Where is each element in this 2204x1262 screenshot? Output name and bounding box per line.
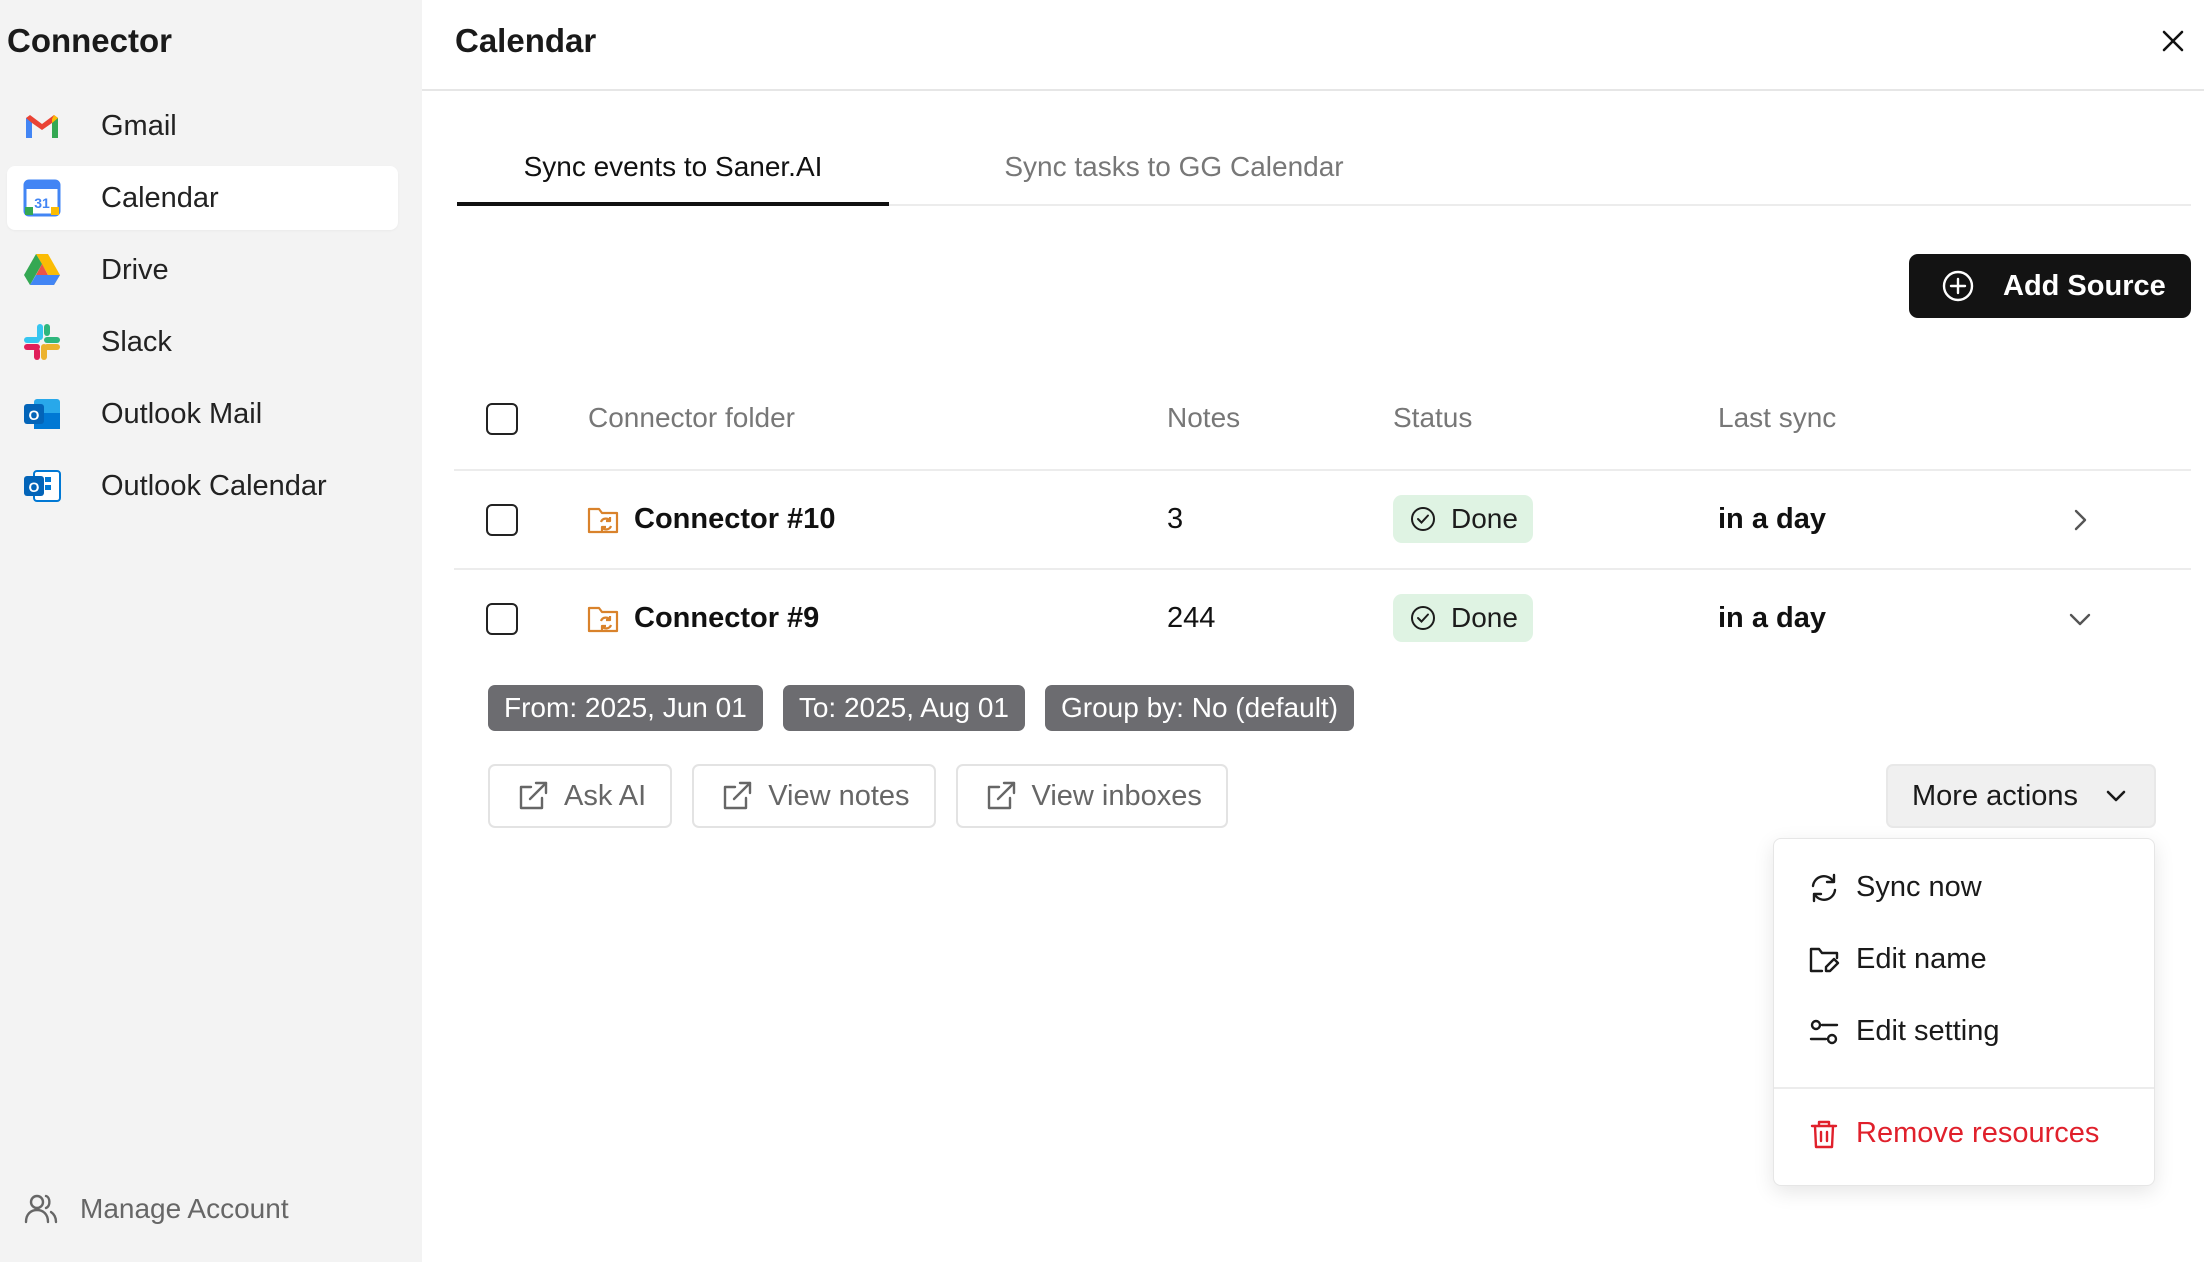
folder-sync-icon <box>587 505 619 535</box>
filter-chips: From: 2025, Jun 01 To: 2025, Aug 01 Grou… <box>488 685 1374 731</box>
ask-ai-button[interactable]: Ask AI <box>488 764 673 828</box>
group-by-chip: Group by: No (default) <box>1045 685 1355 731</box>
settings-sliders-icon <box>1808 1016 1840 1048</box>
check-circle-icon <box>1409 505 1437 533</box>
more-actions-label: More actions <box>1912 779 2079 812</box>
last-sync: in a day <box>1718 503 1826 535</box>
add-source-label: Add Source <box>2003 269 2166 302</box>
manage-account-label: Manage Account <box>80 1193 289 1224</box>
external-link-icon <box>516 779 550 813</box>
sidebar-item-label: Outlook Calendar <box>101 469 327 502</box>
add-source-button[interactable]: Add Source <box>1909 254 2191 318</box>
folder-sync-icon <box>587 604 619 634</box>
tab-bar: Sync events to Saner.AI Sync tasks to GG… <box>457 142 2191 206</box>
sidebar-item-label: Calendar <box>101 181 219 214</box>
menu-item-label: Sync now <box>1856 871 1982 903</box>
plus-circle-icon <box>1941 269 1975 303</box>
status-badge: Done <box>1393 495 1533 543</box>
more-actions-button[interactable]: More actions <box>1886 764 2156 828</box>
sidebar-item-label: Slack <box>101 325 172 358</box>
connector-name[interactable]: Connector #9 <box>634 602 819 635</box>
svg-text:O: O <box>29 407 40 423</box>
view-inboxes-button[interactable]: View inboxes <box>955 764 1228 828</box>
tab-sync-tasks[interactable]: Sync tasks to GG Calendar <box>889 142 1369 206</box>
status-label: Done <box>1451 602 1518 633</box>
refresh-icon <box>1808 872 1840 904</box>
row-checkbox[interactable] <box>486 603 518 635</box>
notes-count: 244 <box>1167 602 1216 634</box>
svg-text:O: O <box>29 479 40 495</box>
sidebar-item-label: Outlook Mail <box>101 397 263 430</box>
menu-item-label: Edit setting <box>1856 1015 2000 1047</box>
select-all-checkbox[interactable] <box>486 403 518 435</box>
sidebar-item-label: Gmail <box>101 109 177 142</box>
external-link-icon <box>720 779 754 813</box>
ask-ai-label: Ask AI <box>564 779 647 812</box>
slack-icon <box>21 321 63 363</box>
manage-account-link[interactable]: Manage Account <box>22 1190 289 1228</box>
view-inboxes-label: View inboxes <box>1031 779 1202 812</box>
sidebar: Connector Gmail 31 Calendar Drive Slack … <box>0 0 422 1262</box>
trash-icon <box>1808 1118 1840 1150</box>
column-header-notes: Notes <box>1167 402 1241 433</box>
google-drive-icon <box>21 249 63 291</box>
table-row[interactable]: Connector #10 3 Done in a day <box>454 471 2191 570</box>
row-checkbox[interactable] <box>486 504 518 536</box>
gmail-icon <box>21 105 63 147</box>
sidebar-item-slack[interactable]: Slack <box>7 310 398 374</box>
menu-item-label: Edit name <box>1856 943 1987 975</box>
sidebar-title: Connector <box>7 22 172 59</box>
more-actions-menu: Sync now Edit name Edit setting Remove r… <box>1773 838 2155 1186</box>
external-link-icon <box>984 779 1018 813</box>
date-from-chip: From: 2025, Jun 01 <box>488 685 763 731</box>
view-notes-label: View notes <box>768 779 910 812</box>
tab-sync-events[interactable]: Sync events to Saner.AI <box>457 142 889 206</box>
chevron-right-icon[interactable] <box>2065 505 2095 535</box>
view-notes-button[interactable]: View notes <box>692 764 936 828</box>
sidebar-nav: Gmail 31 Calendar Drive Slack O Outlook … <box>7 94 398 526</box>
menu-item-sync-now[interactable]: Sync now <box>1808 871 1982 904</box>
status-label: Done <box>1451 503 1518 534</box>
svg-text:31: 31 <box>34 195 50 211</box>
column-header-folder: Connector folder <box>588 402 796 433</box>
menu-item-edit-setting[interactable]: Edit setting <box>1808 1015 1999 1048</box>
status-badge: Done <box>1393 594 1533 642</box>
sidebar-item-calendar[interactable]: 31 Calendar <box>7 166 398 230</box>
page-title: Calendar <box>455 22 597 59</box>
users-icon <box>22 1190 60 1228</box>
table-row[interactable]: Connector #9 244 Done in a day <box>454 570 2191 669</box>
connector-name[interactable]: Connector #10 <box>634 503 835 536</box>
row-actions: Ask AI View notes View inboxes <box>488 764 1248 828</box>
sidebar-item-gmail[interactable]: Gmail <box>7 94 398 158</box>
header: Calendar <box>422 0 2204 91</box>
folder-edit-icon <box>1808 944 1840 976</box>
sidebar-item-outlook-mail[interactable]: O Outlook Mail <box>7 382 398 446</box>
menu-item-remove-resources[interactable]: Remove resources <box>1808 1117 2099 1150</box>
connector-table: Connector folder Notes Status Last sync … <box>454 370 2191 669</box>
outlook-mail-icon: O <box>21 393 63 435</box>
column-header-last-sync: Last sync <box>1718 402 1837 433</box>
notes-count: 3 <box>1167 503 1184 535</box>
chevron-down-icon[interactable] <box>2065 604 2095 634</box>
chevron-down-icon <box>2102 782 2130 810</box>
column-header-status: Status <box>1393 402 1473 433</box>
sidebar-item-drive[interactable]: Drive <box>7 238 398 302</box>
last-sync: in a day <box>1718 602 1826 634</box>
sidebar-item-outlook-calendar[interactable]: O Outlook Calendar <box>7 454 398 518</box>
google-calendar-icon: 31 <box>21 177 63 219</box>
sidebar-item-label: Drive <box>101 253 169 286</box>
check-circle-icon <box>1409 604 1437 632</box>
menu-divider <box>1774 1087 2154 1089</box>
table-header-row: Connector folder Notes Status Last sync <box>454 370 2191 471</box>
close-icon[interactable] <box>2156 24 2190 58</box>
menu-item-label: Remove resources <box>1856 1117 2100 1149</box>
menu-item-edit-name[interactable]: Edit name <box>1808 943 1987 976</box>
outlook-calendar-icon: O <box>21 465 63 507</box>
date-to-chip: To: 2025, Aug 01 <box>782 685 1025 731</box>
